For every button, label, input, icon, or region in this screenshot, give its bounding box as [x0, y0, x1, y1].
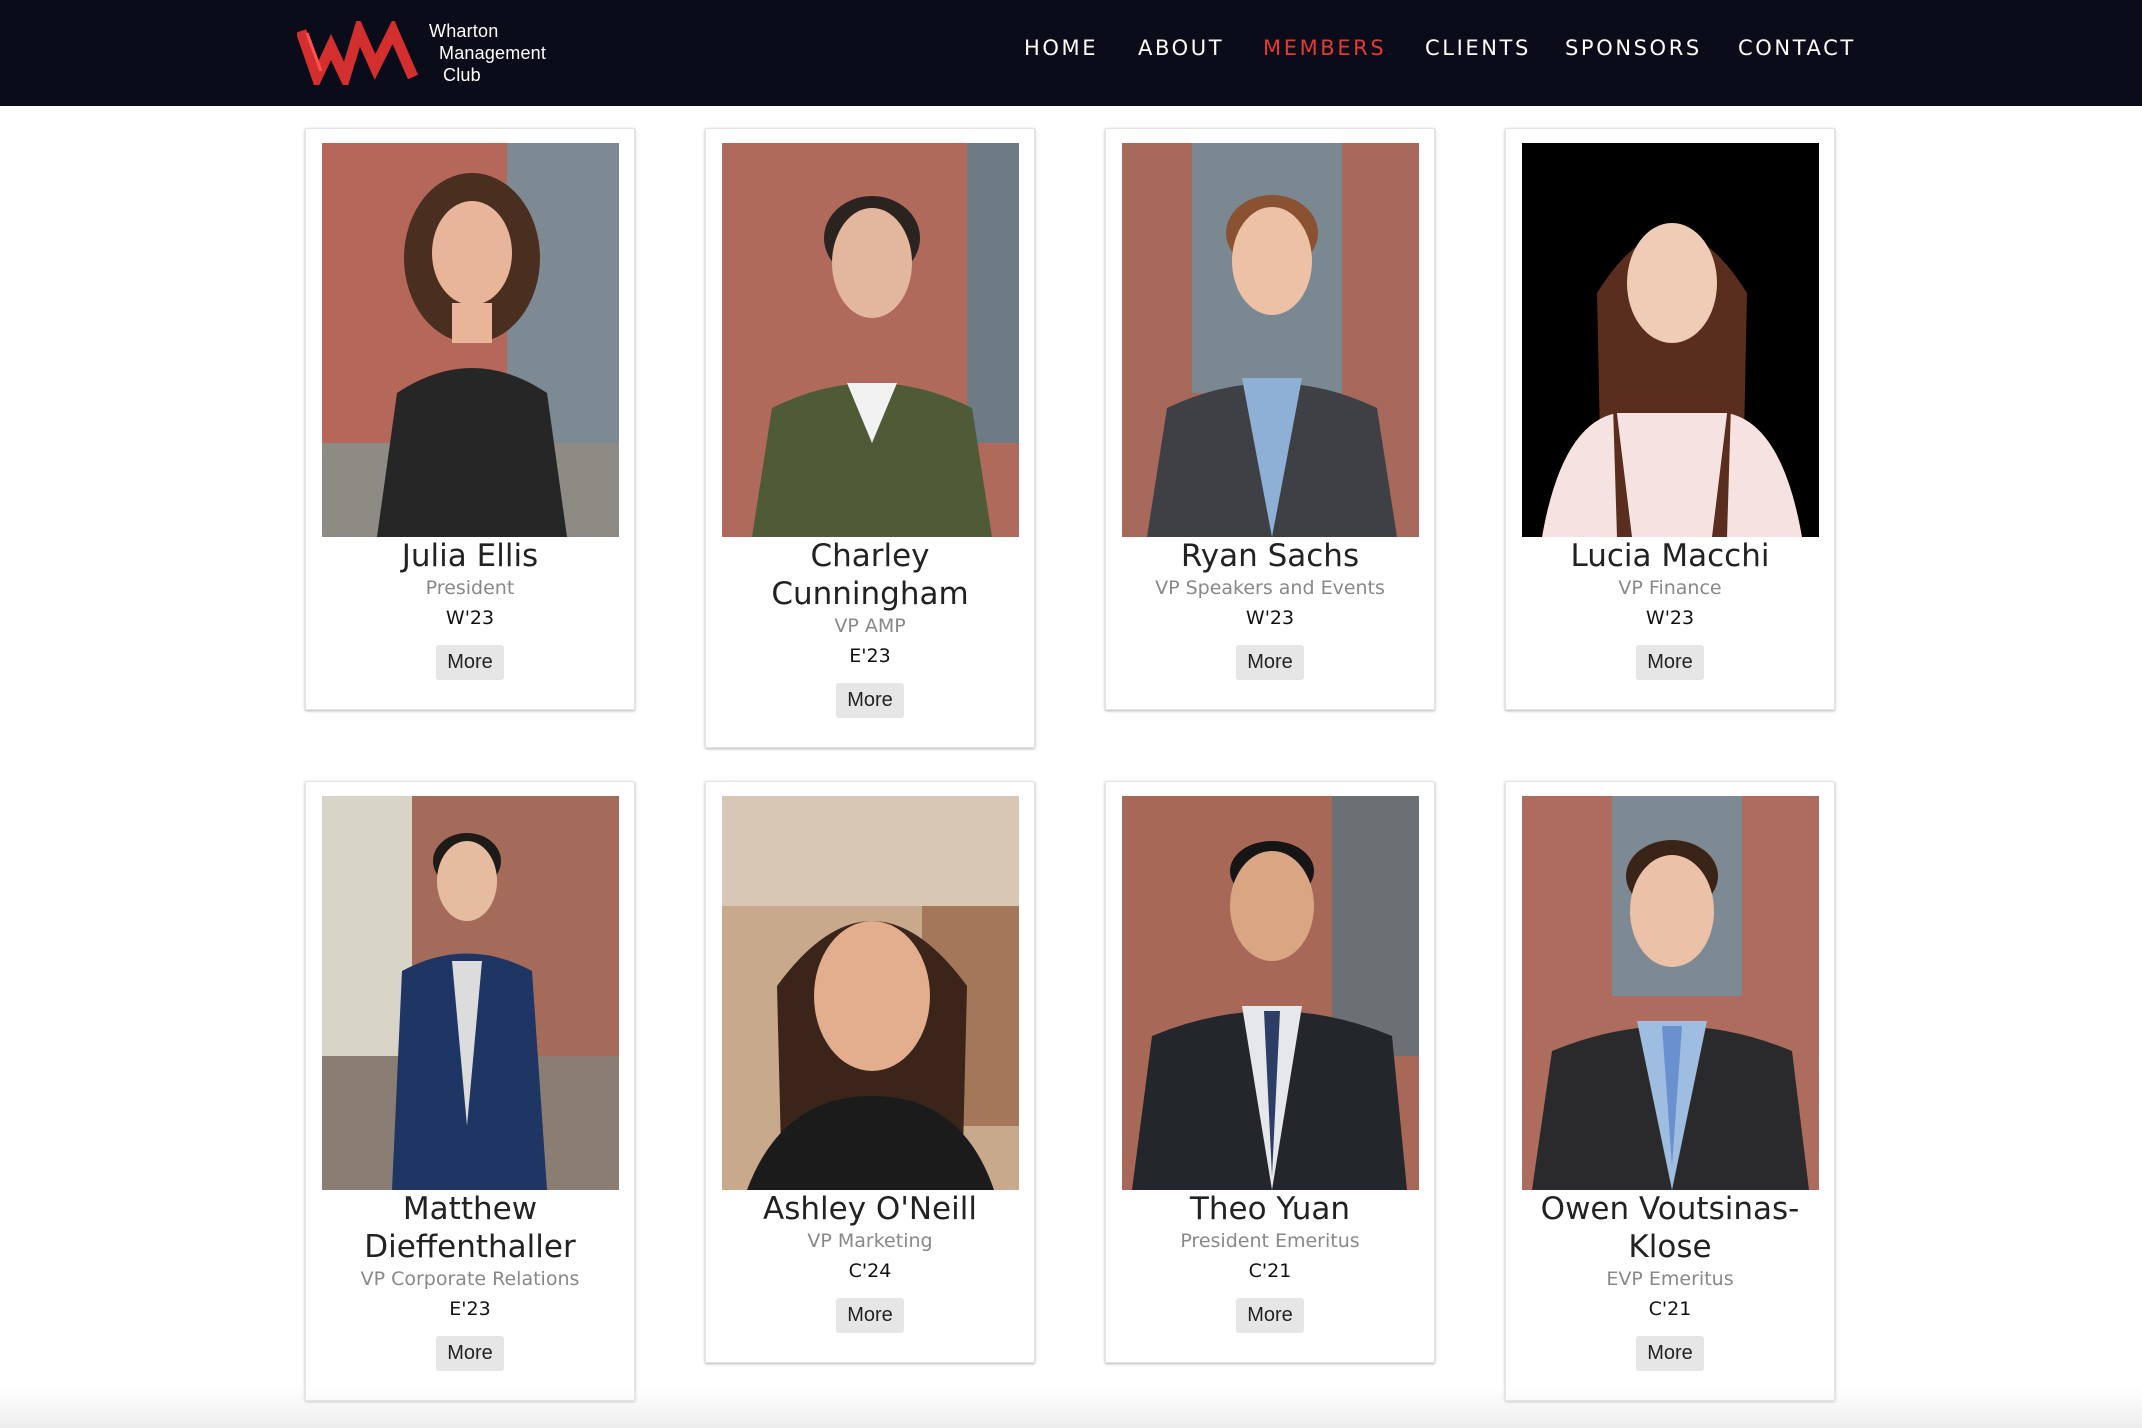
member-photo	[1122, 796, 1419, 1190]
member-role: President Emeritus	[1180, 1230, 1360, 1252]
nav-home[interactable]: HOME	[1024, 36, 1098, 60]
member-role: President	[425, 577, 515, 599]
more-button[interactable]: More	[436, 1336, 504, 1371]
member-role: VP Speakers and Events	[1155, 577, 1385, 599]
main-nav: HOME ABOUT MEMBERS CLIENTS SPONSORS CONT…	[0, 0, 2142, 106]
member-card: Lucia Macchi VP Finance W'23 More	[1505, 128, 1835, 710]
member-class-year: C'24	[848, 1260, 892, 1282]
member-name: Matthew Dieffenthaller	[364, 1191, 576, 1265]
member-name: Ashley O'Neill	[763, 1191, 977, 1227]
member-name: Ryan Sachs	[1180, 538, 1360, 574]
member-role: VP Marketing	[807, 1230, 933, 1252]
member-card: Theo Yuan President Emeritus C'21 More	[1105, 781, 1435, 1363]
member-name: Theo Yuan	[1189, 1191, 1351, 1227]
member-class-year: C'21	[1248, 1260, 1292, 1282]
nav-sponsors[interactable]: SPONSORS	[1565, 36, 1702, 60]
member-photo	[722, 143, 1019, 537]
member-card: Ashley O'Neill VP Marketing C'24 More	[705, 781, 1035, 1363]
nav-about[interactable]: ABOUT	[1138, 36, 1224, 60]
member-class-year: W'23	[1245, 607, 1295, 629]
site-header: Wharton Management Club HOME ABOUT MEMBE…	[0, 0, 2142, 106]
member-card: Charley Cunningham VP AMP E'23 More	[705, 128, 1035, 748]
nav-clients[interactable]: CLIENTS	[1425, 36, 1531, 60]
more-button[interactable]: More	[1236, 645, 1304, 680]
member-role: VP AMP	[834, 615, 906, 637]
bottom-fade	[0, 1388, 2142, 1428]
more-button[interactable]: More	[436, 645, 504, 680]
more-button[interactable]: More	[836, 1298, 904, 1333]
member-role: EVP Emeritus	[1606, 1268, 1734, 1290]
member-photo	[322, 143, 619, 537]
member-photo	[322, 796, 619, 1190]
member-card: Ryan Sachs VP Speakers and Events W'23 M…	[1105, 128, 1435, 710]
more-button[interactable]: More	[1636, 645, 1704, 680]
member-class-year: E'23	[449, 1298, 491, 1320]
member-photo	[1522, 143, 1819, 537]
member-role: VP Corporate Relations	[360, 1268, 580, 1290]
member-name: Owen Voutsinas-Klose	[1540, 1191, 1800, 1265]
member-photo	[1122, 143, 1419, 537]
member-class-year: W'23	[445, 607, 495, 629]
member-class-year: E'23	[849, 645, 891, 667]
member-card: Julia Ellis President W'23 More	[305, 128, 635, 710]
member-class-year: W'23	[1645, 607, 1695, 629]
more-button[interactable]: More	[1636, 1336, 1704, 1371]
member-role: VP Finance	[1618, 577, 1722, 599]
nav-contact[interactable]: CONTACT	[1738, 36, 1856, 60]
member-name: Julia Ellis	[401, 538, 539, 574]
member-name: Lucia Macchi	[1570, 538, 1770, 574]
member-card: Owen Voutsinas-Klose EVP Emeritus C'21 M…	[1505, 781, 1835, 1401]
member-photo	[722, 796, 1019, 1190]
more-button[interactable]: More	[1236, 1298, 1304, 1333]
more-button[interactable]: More	[836, 683, 904, 718]
member-class-year: C'21	[1648, 1298, 1692, 1320]
member-photo	[1522, 796, 1819, 1190]
member-name: Charley Cunningham	[771, 538, 969, 612]
member-card: Matthew Dieffenthaller VP Corporate Rela…	[305, 781, 635, 1401]
nav-members[interactable]: MEMBERS	[1263, 36, 1386, 60]
